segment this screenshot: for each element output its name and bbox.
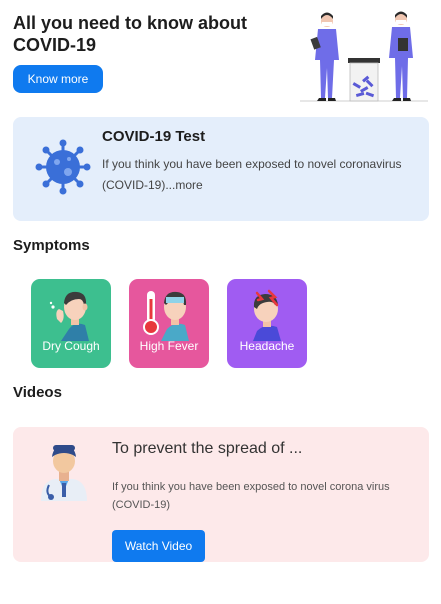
covid-test-card[interactable]: COVID-19 Test If you think you have been… <box>13 117 429 221</box>
hero-section: All you need to know about COVID-19 Know… <box>0 0 441 108</box>
test-card-title: COVID-19 Test <box>102 128 206 145</box>
video-card: To prevent the spread of ... If you thin… <box>13 427 429 562</box>
symptoms-heading: Symptoms <box>13 237 90 254</box>
more-link[interactable]: more <box>175 178 202 192</box>
watch-video-button[interactable]: Watch Video <box>112 530 205 562</box>
symptom-card-high-fever[interactable]: High Fever <box>129 279 209 368</box>
video-title: To prevent the spread of ... <box>112 440 303 457</box>
videos-heading: Videos <box>13 384 62 401</box>
symptom-label: Headache <box>239 339 295 353</box>
headache-person-icon <box>253 289 281 341</box>
video-description: If you think you have been exposed to no… <box>112 481 390 511</box>
medical-staff-illustration <box>300 11 428 102</box>
symptom-label: Dry Cough <box>42 339 100 353</box>
test-card-description-text: If you think you have been exposed to no… <box>102 157 402 192</box>
page-title: All you need to know about COVID-19 <box>13 13 247 55</box>
doctor-icon <box>41 445 87 501</box>
test-card-description: If you think you have been exposed to no… <box>102 154 402 196</box>
coughing-person-icon <box>49 291 89 341</box>
know-more-button[interactable]: Know more <box>13 65 103 93</box>
virus-icon <box>35 139 91 195</box>
symptom-label: High Fever <box>139 339 199 353</box>
symptom-card-dry-cough[interactable]: Dry Cough <box>31 279 111 368</box>
thermometer-fever-icon <box>143 291 189 341</box>
symptom-card-headache[interactable]: Headache <box>227 279 307 368</box>
